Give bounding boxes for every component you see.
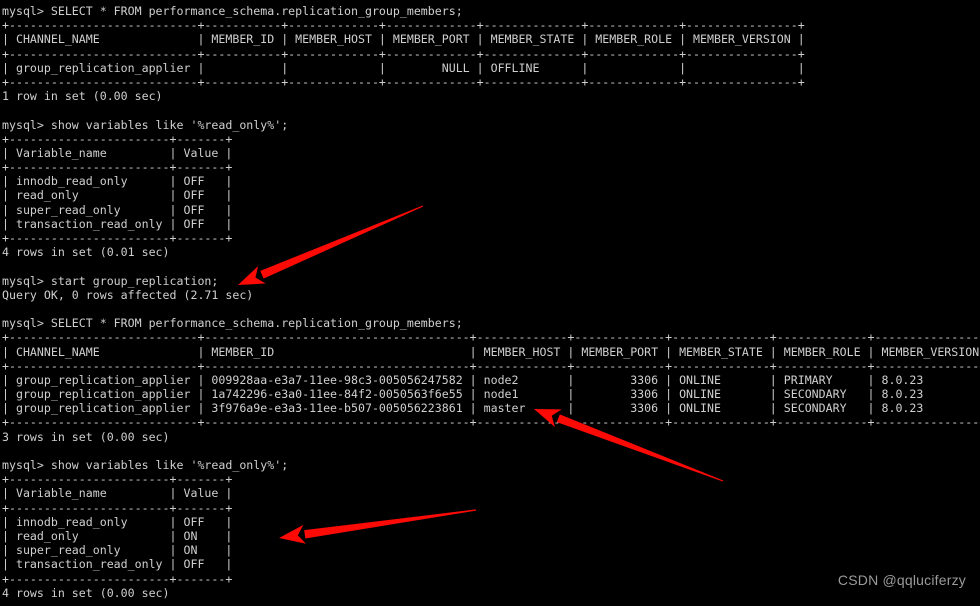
terminal-line: +-----------------------+-------+ (2, 231, 233, 245)
terminal-line: | Variable_name | Value | (2, 145, 233, 160)
terminal-line: | CHANNEL_NAME | MEMBER_ID | MEMBER_HOST… (2, 344, 980, 359)
terminal-line: | transaction_read_only | OFF | (2, 557, 233, 572)
terminal-line: +-----------------------+-------+ (2, 160, 233, 175)
terminal-line: +-----------------------+-------+ (2, 472, 233, 487)
terminal-line: 4 rows in set (0.00 sec) (2, 585, 170, 600)
terminal-line: | transaction_read_only | OFF | (2, 216, 233, 231)
terminal-line: mysql> SELECT * FROM performance_schema.… (2, 4, 463, 18)
terminal-line: +---------------------------+-----------… (2, 46, 805, 61)
terminal-line: 3 rows in set (0.00 sec) (2, 429, 170, 444)
terminal-line: | read_only | OFF | (2, 188, 233, 203)
terminal-line: +---------------------------+-----------… (2, 18, 805, 33)
watermark: CSDN @qqluciferzy (837, 572, 966, 588)
terminal-line: | super_read_only | OFF | (2, 202, 233, 217)
terminal-line: | innodb_read_only | OFF | (2, 174, 233, 189)
terminal-line: +-----------------------+-------+ (2, 571, 233, 586)
terminal-output[interactable]: mysql> SELECT * FROM performance_schema.… (0, 0, 980, 606)
terminal-line: +-----------------------+-------+ (2, 500, 233, 515)
terminal-line: | group_replication_applier | 3f976a9e-e… (2, 401, 980, 416)
terminal-line: mysql> show variables like '%read_only%'… (2, 117, 289, 132)
terminal-line: +-----------------------+-------+ (2, 131, 233, 146)
terminal-line: | read_only | ON | (2, 528, 233, 543)
terminal-line: | CHANNEL_NAME | MEMBER_ID | MEMBER_HOST… (2, 32, 805, 47)
terminal-line: | group_replication_applier | 009928aa-e… (2, 372, 980, 387)
terminal-line: mysql> SELECT * FROM performance_schema.… (2, 316, 463, 331)
terminal-line: | super_read_only | ON | (2, 543, 233, 558)
terminal-line: Query OK, 0 rows affected (2.71 sec) (2, 287, 254, 302)
terminal-line: | innodb_read_only | OFF | (2, 514, 233, 529)
terminal-line: | group_replication_applier | | | NULL |… (2, 60, 805, 75)
terminal-line: +---------------------------+-----------… (2, 330, 980, 345)
terminal-line: mysql> show variables like '%read_only%'… (2, 458, 289, 472)
terminal-line: +---------------------------+-----------… (2, 358, 980, 373)
terminal-line: mysql> start group_replication; (2, 273, 219, 288)
terminal-line: +---------------------------+-----------… (2, 415, 980, 430)
terminal-line: +---------------------------+-----------… (2, 74, 805, 89)
terminal-line: | group_replication_applier | 1a742296-e… (2, 387, 980, 402)
terminal-line: 1 row in set (0.00 sec) (2, 89, 163, 104)
terminal-line: 4 rows in set (0.01 sec) (2, 245, 170, 260)
terminal-line: | Variable_name | Value | (2, 486, 233, 501)
